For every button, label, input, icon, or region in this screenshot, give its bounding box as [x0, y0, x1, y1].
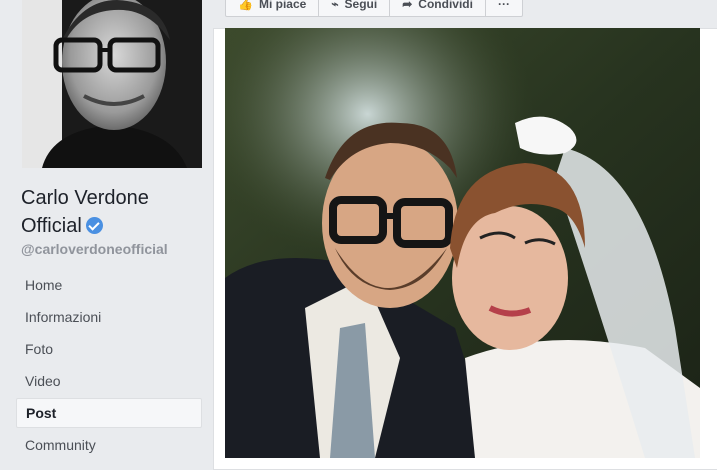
like-label: Mi piace	[258, 0, 307, 11]
page-name-line2: Official	[21, 215, 82, 237]
nav-item-foto[interactable]: Foto	[16, 334, 202, 364]
more-options-button[interactable]: ···	[486, 0, 522, 16]
share-label: Condividi	[418, 0, 473, 11]
share-button[interactable]: ➦ Condividi	[390, 0, 486, 16]
page-name-line1: Carlo Verdone	[21, 187, 149, 209]
page-action-bar: 👍 Mi piace ⌁ Segui ➦ Condividi ···	[225, 0, 523, 17]
more-icon: ···	[497, 0, 510, 11]
post-photo[interactable]	[225, 28, 700, 458]
follow-button[interactable]: ⌁ Segui	[319, 0, 391, 16]
nav-item-video[interactable]: Video	[16, 366, 202, 396]
verified-badge-icon	[85, 217, 103, 234]
share-arrow-icon: ➦	[402, 0, 413, 11]
page-handle[interactable]: @carloverdoneofficial	[21, 241, 168, 257]
nav-item-community[interactable]: Community	[16, 430, 202, 460]
like-button[interactable]: 👍 Mi piace	[226, 0, 320, 16]
page-nav: Home Informazioni Foto Video Post Commun…	[16, 270, 202, 462]
page-title[interactable]: Carlo Verdone Official	[21, 184, 211, 240]
thumbs-up-icon: 👍	[238, 0, 253, 11]
nav-item-post[interactable]: Post	[16, 398, 202, 428]
rss-icon: ⌁	[331, 0, 339, 11]
follow-label: Segui	[344, 0, 378, 11]
nav-item-home[interactable]: Home	[16, 270, 202, 300]
profile-picture[interactable]	[22, 0, 202, 168]
nav-item-informazioni[interactable]: Informazioni	[16, 302, 202, 332]
